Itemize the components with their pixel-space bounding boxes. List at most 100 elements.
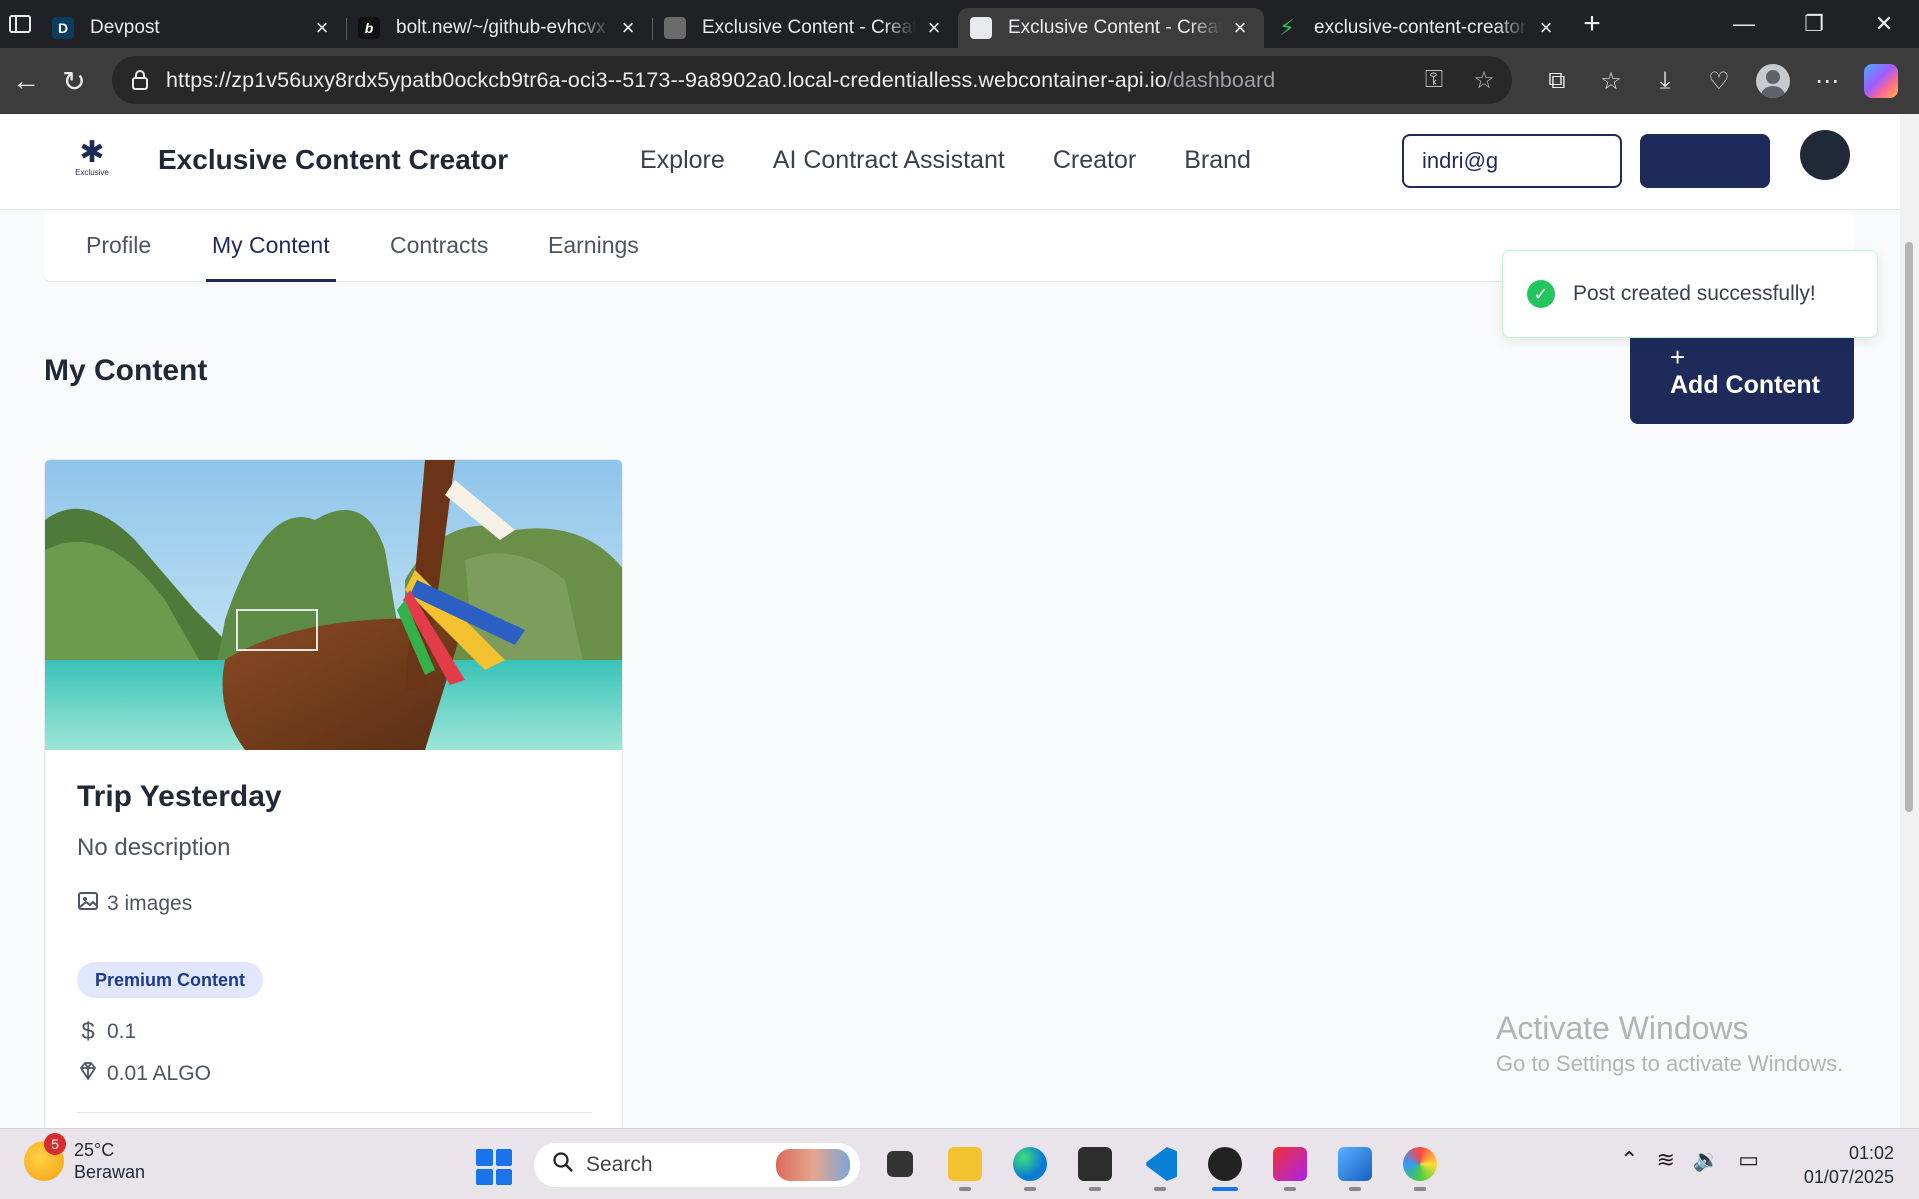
- active-tab-indicator: [206, 279, 336, 282]
- search-highlight-image: [776, 1149, 850, 1181]
- favorites-icon[interactable]: ☆: [1584, 54, 1638, 108]
- close-window-icon[interactable]: ✕: [1849, 0, 1919, 48]
- user-avatar[interactable]: [1800, 130, 1850, 180]
- favorite-star-icon[interactable]: ☆: [1466, 62, 1502, 98]
- price-row: $ 0.1: [77, 1018, 136, 1046]
- content-thumbnail[interactable]: [45, 460, 622, 750]
- clock[interactable]: 01:02 01/07/2025: [1794, 1141, 1894, 1189]
- search-icon: [552, 1151, 574, 1179]
- clock-date: 01/07/2025: [1803, 1167, 1894, 1187]
- card-divider: [77, 1112, 592, 1113]
- app-logo[interactable]: ✱ Exclusive: [70, 138, 114, 182]
- page-favicon-icon: [970, 17, 992, 39]
- tab-title: Exclusive Content - Creator: [1008, 17, 1222, 38]
- snipping-tool-icon[interactable]: [1266, 1139, 1314, 1191]
- nav-explore[interactable]: Explore: [640, 146, 725, 175]
- close-tab-icon[interactable]: ×: [924, 15, 944, 40]
- algo-row: 0.01 ALGO: [77, 1060, 211, 1088]
- url-text: https://zp1v56uxy8rdx5ypatb0ockcb9tr6a-o…: [166, 67, 1276, 92]
- more-menu-icon[interactable]: ⋯: [1800, 54, 1854, 108]
- page-viewport: ✱ Exclusive Exclusive Content Creator Ex…: [0, 114, 1919, 1128]
- site-info-icon[interactable]: [126, 66, 154, 94]
- image-icon: [77, 890, 99, 918]
- header-action-button[interactable]: [1640, 134, 1770, 188]
- weather-widget[interactable]: 5 25°C Berawan: [24, 1133, 146, 1183]
- bolt-lightning-icon: ⚡: [1279, 15, 1295, 40]
- tab-title: Devpost: [90, 17, 160, 38]
- back-icon[interactable]: ←: [0, 55, 52, 107]
- new-tab-button[interactable]: +: [1570, 4, 1614, 44]
- activate-windows-watermark: Activate Windows Go to Settings to activ…: [1496, 1010, 1843, 1077]
- close-tab-icon[interactable]: ×: [1536, 15, 1556, 40]
- nav-brand[interactable]: Brand: [1184, 146, 1251, 175]
- app-header: ✱ Exclusive Exclusive Content Creator Ex…: [0, 114, 1900, 210]
- image-count-text: 3 images: [107, 892, 193, 915]
- browser-tab-exclusive-active[interactable]: Exclusive Content - Creator ×: [958, 8, 1264, 48]
- restore-icon[interactable]: ❐: [1779, 0, 1849, 48]
- browser-tab-devpost[interactable]: D Devpost ×: [40, 8, 346, 48]
- system-tray: ⌃ ≋ 🔉 ▭: [1620, 1147, 1759, 1173]
- toast-message: Post created successfully!: [1573, 282, 1816, 305]
- plus-icon: +: [1670, 341, 1686, 372]
- volume-icon[interactable]: 🔉: [1693, 1147, 1720, 1173]
- tab-title: bolt.new/~/github-evhcvx: [396, 17, 606, 38]
- close-tab-icon[interactable]: ×: [312, 15, 332, 40]
- tab-earnings[interactable]: Earnings: [548, 232, 639, 259]
- close-tab-icon[interactable]: ×: [1230, 15, 1250, 40]
- file-explorer-icon[interactable]: [941, 1139, 989, 1191]
- watermark-title: Activate Windows: [1496, 1010, 1749, 1046]
- taskbar: 5 25°C Berawan Search ⌃ ≋ 🔉 ▭ 01:02 01/0…: [0, 1128, 1919, 1199]
- minimize-icon[interactable]: —: [1709, 0, 1779, 48]
- content-title[interactable]: Trip Yesterday: [77, 780, 282, 814]
- task-view-icon[interactable]: [876, 1139, 924, 1189]
- nav-creator[interactable]: Creator: [1053, 146, 1136, 175]
- vscode-icon[interactable]: [1136, 1139, 1184, 1191]
- tab-actions-icon[interactable]: [0, 0, 40, 48]
- reload-icon[interactable]: ↻: [48, 55, 100, 107]
- terminal-icon[interactable]: [1071, 1139, 1119, 1191]
- page-favicon-icon: [664, 17, 686, 39]
- devpost-favicon-icon: D: [52, 17, 74, 39]
- window-controls: — ❐ ✕: [1709, 0, 1919, 48]
- browser-essentials-icon[interactable]: ♡: [1692, 54, 1746, 108]
- taskbar-search[interactable]: Search: [534, 1143, 860, 1187]
- taskbar-apps: [876, 1139, 1444, 1191]
- weather-desc: Berawan: [74, 1162, 146, 1182]
- content-card[interactable]: Trip Yesterday No description 3 images P…: [44, 459, 623, 1128]
- downloads-icon[interactable]: ⤓: [1638, 54, 1692, 108]
- tab-my-content[interactable]: My Content: [212, 232, 330, 259]
- edge-icon[interactable]: [1006, 1139, 1054, 1191]
- account-email[interactable]: indri@g: [1402, 134, 1622, 188]
- price-value: 0.1: [107, 1020, 137, 1043]
- close-tab-icon[interactable]: ×: [618, 15, 638, 40]
- browser-tab-bolt[interactable]: b bolt.new/~/github-evhcvx ×: [346, 8, 652, 48]
- windows-start-icon[interactable]: [476, 1149, 512, 1185]
- address-bar[interactable]: https://zp1v56uxy8rdx5ypatb0ockcb9tr6a-o…: [112, 56, 1512, 104]
- paint-icon[interactable]: [1396, 1139, 1444, 1191]
- extensions-icon[interactable]: ⧉: [1530, 54, 1584, 108]
- media-player-icon[interactable]: [1201, 1139, 1249, 1191]
- battery-icon[interactable]: ▭: [1738, 1147, 1759, 1173]
- page-scrollbar[interactable]: [1900, 114, 1919, 1128]
- brand-name[interactable]: Exclusive Content Creator: [158, 144, 508, 176]
- nav-ai-contract-assistant[interactable]: AI Contract Assistant: [773, 146, 1005, 175]
- tab-profile[interactable]: Profile: [86, 232, 151, 259]
- image-count: 3 images: [77, 890, 192, 918]
- key-icon[interactable]: ⚿: [1416, 62, 1452, 98]
- watermark-subtitle: Go to Settings to activate Windows.: [1496, 1051, 1844, 1076]
- main-nav: Explore AI Contract Assistant Creator Br…: [640, 146, 1251, 175]
- add-content-label: Add Content: [1670, 370, 1820, 399]
- tab-contracts[interactable]: Contracts: [390, 232, 488, 259]
- copilot-icon[interactable]: [1854, 54, 1908, 108]
- search-placeholder: Search: [586, 1153, 653, 1176]
- bolt-favicon-icon: b: [358, 17, 380, 39]
- photos-icon[interactable]: [1331, 1139, 1379, 1191]
- profile-icon[interactable]: [1746, 54, 1800, 108]
- chevron-up-icon[interactable]: ⌃: [1620, 1147, 1638, 1173]
- page-title: My Content: [44, 354, 208, 387]
- browser-tab-bolt-project[interactable]: ⚡ exclusive-content-creator ×: [1264, 8, 1570, 48]
- wifi-icon[interactable]: ≋: [1656, 1147, 1674, 1173]
- browser-tab-exclusive-1[interactable]: Exclusive Content - Creator ×: [652, 8, 958, 48]
- weather-icon: 5: [24, 1133, 66, 1181]
- dollar-icon: $: [81, 1018, 95, 1045]
